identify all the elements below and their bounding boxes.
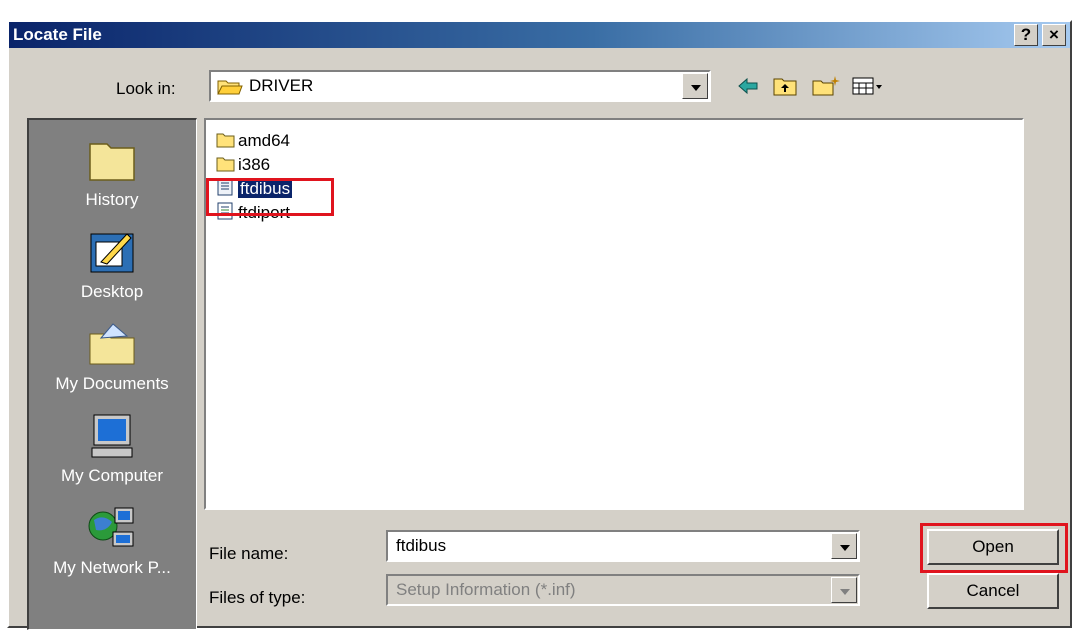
cancel-button-label: Cancel: [966, 581, 1020, 600]
help-button[interactable]: ?: [1014, 24, 1038, 46]
my-computer-icon: [87, 412, 137, 460]
title-bar[interactable]: Locate File ? ×: [9, 22, 1070, 48]
place-desktop[interactable]: Desktop: [29, 228, 195, 302]
list-item[interactable]: ftdiport: [216, 202, 290, 224]
setup-file-icon: [216, 202, 235, 220]
place-my-documents[interactable]: My Documents: [29, 320, 195, 394]
window-title: Locate File: [13, 25, 102, 44]
file-name-label: File name:: [209, 544, 289, 563]
cancel-button[interactable]: Cancel: [927, 573, 1059, 609]
look-in-combo[interactable]: DRIVER: [209, 70, 711, 102]
file-name-input[interactable]: ftdibus: [396, 536, 446, 556]
look-in-value: DRIVER: [249, 76, 314, 95]
my-documents-icon: [87, 320, 137, 368]
list-item[interactable]: i386: [216, 154, 270, 176]
places-bar: History Desktop My Documents My Computer…: [27, 118, 197, 630]
file-name-dropdown-button[interactable]: [831, 533, 857, 559]
back-icon[interactable]: [736, 74, 760, 98]
desktop-icon: [87, 228, 137, 276]
place-my-computer[interactable]: My Computer: [29, 412, 195, 486]
look-in-dropdown-button[interactable]: [682, 73, 708, 99]
place-network[interactable]: My Network P...: [29, 504, 195, 578]
file-name-combo[interactable]: ftdibus: [386, 530, 860, 562]
close-button[interactable]: ×: [1042, 24, 1066, 46]
place-history[interactable]: History: [29, 136, 195, 210]
new-folder-icon[interactable]: [811, 74, 841, 98]
file-type-combo: Setup Information (*.inf): [386, 574, 860, 606]
look-in-label: Look in:: [116, 79, 176, 98]
locate-file-dialog: Locate File ? × Look in: DRIVER History …: [7, 20, 1072, 630]
file-type-dropdown-button: [831, 577, 857, 603]
up-folder-icon[interactable]: [772, 74, 798, 98]
open-button-label: Open: [972, 537, 1014, 556]
open-button[interactable]: Open: [927, 529, 1059, 565]
file-type-label: Files of type:: [209, 588, 306, 607]
network-places-icon: [87, 504, 137, 552]
place-label: My Documents: [55, 374, 169, 393]
place-label: My Network P...: [53, 558, 171, 577]
list-item[interactable]: amd64: [216, 130, 290, 152]
place-label: History: [85, 190, 139, 209]
folder-open-icon: [217, 78, 243, 101]
place-label: My Computer: [60, 466, 164, 485]
file-list[interactable]: amd64 i386 ftdibus ftdiport: [204, 118, 1024, 510]
folder-icon: [216, 156, 235, 172]
history-folder-icon: [87, 136, 137, 184]
place-label: Desktop: [80, 282, 144, 301]
folder-icon: [216, 132, 235, 148]
file-type-value: Setup Information (*.inf): [396, 580, 576, 599]
view-menu-icon[interactable]: [851, 74, 885, 98]
list-item-selected[interactable]: ftdibus: [216, 178, 293, 200]
setup-file-icon: [216, 178, 235, 196]
